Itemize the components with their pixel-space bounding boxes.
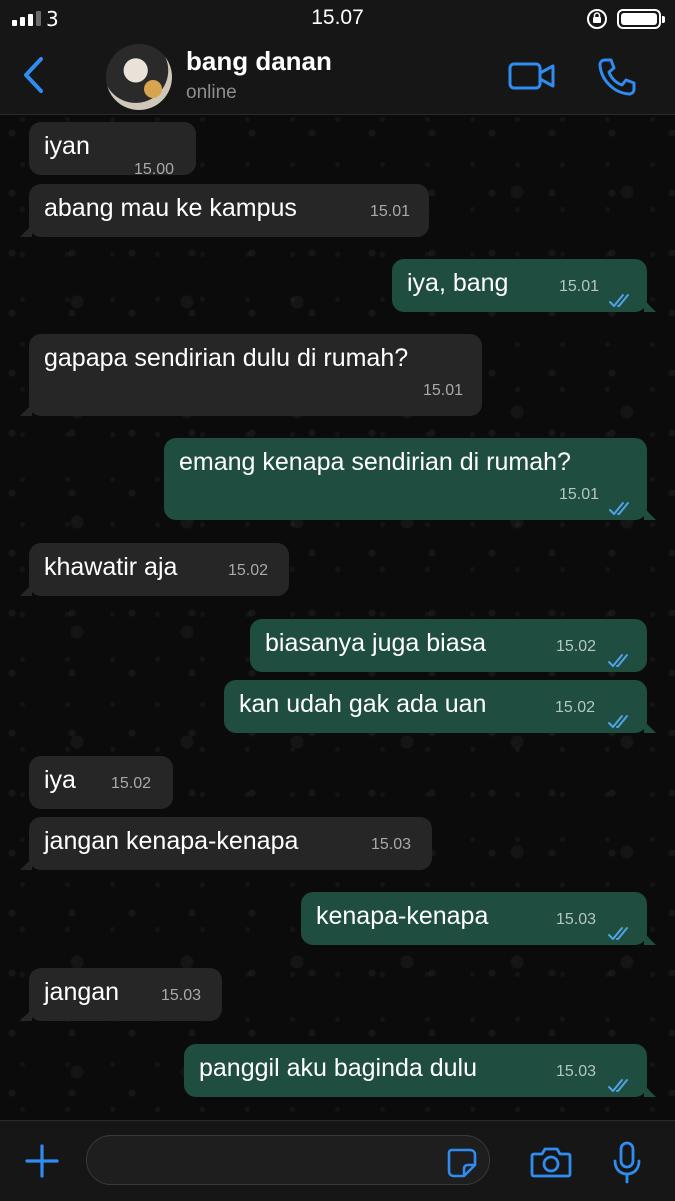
message-time: 15.03 — [556, 911, 597, 928]
message-text: jangan — [44, 978, 120, 1006]
bubble-tail — [20, 225, 32, 237]
bubble-tail — [644, 508, 656, 520]
message-bubble[interactable]: abang mau ke kampus 15.01 — [20, 184, 429, 237]
message-bubble[interactable]: kenapa-kenapa 15.03 — [301, 892, 656, 945]
message-time: 15.01 — [559, 486, 600, 503]
message-bubble[interactable]: kan udah gak ada uan 15.02 — [224, 680, 656, 733]
message-bubble[interactable]: biasanya juga biasa 15.02 — [250, 619, 647, 672]
message-text: biasanya juga biasa — [265, 629, 486, 657]
message-time: 15.01 — [370, 203, 411, 220]
message-time: 15.02 — [556, 638, 597, 655]
orientation-lock-icon — [586, 8, 608, 34]
message-text: kan udah gak ada uan — [239, 690, 487, 718]
message-text: panggil aku baginda dulu — [199, 1054, 478, 1082]
message-bubble[interactable]: iya 15.02 — [29, 756, 173, 809]
bubble-tail — [20, 584, 32, 596]
message-time: 15.02 — [111, 775, 152, 792]
camera-icon[interactable] — [530, 1145, 572, 1183]
bubble-tail — [20, 404, 32, 416]
message-bubble[interactable]: jangan 15.03 — [20, 968, 222, 1021]
bubble-tail — [644, 1085, 656, 1097]
status-bar: 3 15.07 — [0, 0, 675, 38]
bubble-tail — [20, 1009, 32, 1021]
read-receipt-icon — [608, 285, 634, 317]
message-bubble[interactable]: gapapa sendirian dulu di rumah? 15.01 — [20, 334, 482, 416]
microphone-icon[interactable] — [612, 1141, 642, 1189]
message-bubble[interactable]: khawatir aja 15.02 — [20, 543, 289, 596]
message-time: 15.03 — [371, 836, 412, 853]
bubble-tail — [644, 933, 656, 945]
message-time: 15.03 — [556, 1063, 597, 1080]
message-text: emang kenapa sendirian di rumah? — [179, 448, 571, 476]
message-time: 15.00 — [134, 161, 175, 178]
message-time: 15.01 — [559, 278, 600, 295]
read-receipt-icon — [607, 1070, 633, 1102]
message-text: iya — [44, 766, 76, 794]
contact-name[interactable]: bang danan — [186, 46, 332, 77]
read-receipt-icon — [608, 493, 634, 525]
message-bubble[interactable]: iya, bang 15.01 — [392, 259, 656, 312]
message-text: jangan kenapa-kenapa — [44, 827, 299, 855]
back-chevron-icon[interactable] — [20, 56, 46, 98]
battery-icon — [617, 9, 665, 29]
read-receipt-icon — [607, 706, 633, 738]
message-bubble[interactable]: jangan kenapa-kenapa 15.03 — [20, 817, 432, 870]
message-time: 15.02 — [228, 562, 269, 579]
video-call-icon[interactable] — [508, 60, 556, 96]
bubble-tail — [644, 300, 656, 312]
contact-avatar[interactable] — [106, 44, 172, 110]
message-text: kenapa-kenapa — [316, 902, 489, 930]
message-text: gapapa sendirian dulu di rumah? — [44, 344, 409, 372]
message-time: 15.03 — [161, 987, 202, 1004]
message-input[interactable] — [86, 1135, 490, 1185]
read-receipt-icon — [607, 645, 633, 677]
chat-header: bang danan online — [0, 38, 675, 115]
message-text: iya, bang — [407, 269, 509, 297]
bubble-tail — [644, 721, 656, 733]
message-text: khawatir aja — [44, 553, 178, 581]
message-bubble[interactable]: emang kenapa sendirian di rumah? 15.01 — [164, 438, 656, 520]
message-text: iyan — [44, 132, 90, 160]
read-receipt-icon — [607, 918, 633, 950]
status-time: 15.07 — [311, 6, 364, 29]
phone-call-icon[interactable] — [596, 56, 638, 102]
sticker-icon[interactable] — [446, 1147, 478, 1183]
message-input-bar — [0, 1120, 675, 1201]
message-time: 15.02 — [555, 699, 596, 716]
contact-status: online — [186, 82, 237, 103]
chat-messages[interactable]: iyan 15.00 abang mau ke kampus 15.01 iya… — [0, 115, 675, 1120]
message-text: abang mau ke kampus — [44, 194, 297, 222]
message-bubble[interactable]: iyan 15.00 — [29, 122, 196, 178]
bubble-tail — [20, 858, 32, 870]
message-time: 15.01 — [423, 382, 464, 399]
message-bubble[interactable]: panggil aku baginda dulu 15.03 — [184, 1044, 656, 1097]
plus-icon[interactable] — [24, 1143, 60, 1183]
